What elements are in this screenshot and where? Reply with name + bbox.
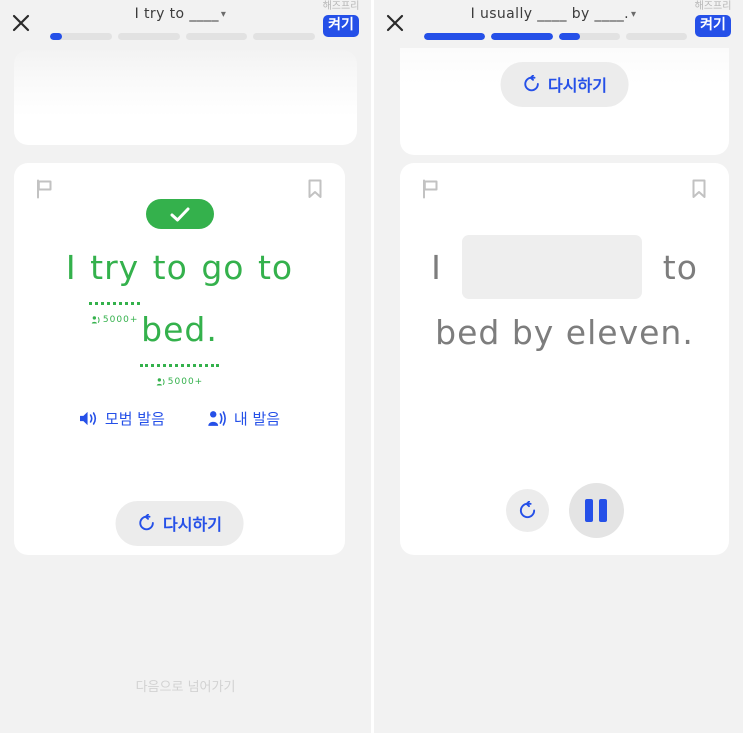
retry-label: 다시하기	[163, 515, 222, 534]
pause-icon	[585, 499, 607, 522]
skip-to-next-button[interactable]: 다음으로 넘어가기	[0, 676, 371, 695]
person-speaking-icon	[91, 316, 100, 324]
pronunciation-count-badge: 5000+	[91, 315, 138, 325]
card-icon-row	[400, 179, 729, 211]
handsfree-label: 해즈프리	[694, 1, 732, 12]
chevron-down-icon: ▾	[631, 9, 637, 20]
sentence-line: I try 5000+ to go to	[30, 237, 329, 325]
lesson-title-text: I try to ____	[134, 6, 219, 22]
badge-count-text: 5000+	[167, 377, 204, 387]
sentence-word-marked[interactable]: bed. 5000+	[140, 299, 219, 387]
progress-segment	[424, 33, 486, 40]
handsfree-toggle-button[interactable]: 켜기	[323, 15, 359, 37]
correct-status-button[interactable]	[145, 199, 214, 229]
exercise-card: I try 5000+ to go to bed. 5000+ 모범 발음 내 …	[14, 163, 345, 555]
handsfree-toggle-button[interactable]: 켜기	[695, 15, 731, 37]
model-pronunciation-label: 모범 발음	[104, 410, 165, 428]
pause-button[interactable]	[568, 483, 624, 538]
bookmark-button[interactable]	[691, 179, 707, 204]
handsfree-label: 해즈프리	[322, 1, 360, 12]
close-icon	[12, 14, 30, 32]
report-flag-button[interactable]	[36, 179, 53, 204]
player-controls	[400, 483, 729, 538]
progress-bar	[424, 33, 687, 40]
replay-button[interactable]	[505, 489, 549, 532]
report-flag-button[interactable]	[422, 179, 439, 204]
sentence-word[interactable]: I	[65, 237, 78, 299]
close-button[interactable]	[380, 8, 410, 38]
previous-card-faded	[14, 50, 357, 145]
left-top-bar: I try to ____ ▾ 해즈프리 켜기	[0, 0, 371, 48]
dual-screenshot-container: I try to ____ ▾ 해즈프리 켜기 I try 5000+ to g…	[0, 0, 743, 733]
sentence-line[interactable]: bed by eleven.	[416, 302, 713, 364]
sentence-word[interactable]: go	[200, 237, 245, 299]
sentence-word-text: try	[90, 248, 140, 287]
lesson-title[interactable]: I usually ____ by ____. ▾	[424, 6, 683, 22]
progress-segment	[117, 33, 180, 40]
handsfree-control: 해즈프리 켜기	[685, 0, 741, 37]
right-top-bar: I usually ____ by ____. ▾ 해즈프리 켜기	[374, 0, 743, 48]
right-screen: 다시하기 I usually ____ by ____. ▾ 해즈프리 켜기 I…	[374, 0, 743, 733]
check-icon	[170, 207, 189, 221]
my-pronunciation-label: 내 발음	[233, 410, 281, 428]
sentence-word[interactable]: to	[152, 237, 189, 299]
model-pronunciation-button[interactable]: 모범 발음	[79, 408, 165, 429]
sentence-blank-field[interactable]	[462, 234, 643, 299]
rotate-left-icon	[138, 514, 154, 531]
retry-button[interactable]: 다시하기	[115, 501, 244, 546]
progress-segment	[185, 33, 248, 40]
sentence-word-marked[interactable]: try 5000+	[89, 237, 141, 325]
sentence-line: bed. 5000+	[30, 299, 329, 387]
retry-label: 다시하기	[548, 76, 607, 95]
progress-segment	[625, 33, 687, 40]
bookmark-button[interactable]	[307, 179, 323, 204]
left-screen: I try to ____ ▾ 해즈프리 켜기 I try 5000+ to g…	[0, 0, 371, 733]
audio-actions-row: 모범 발음 내 발음	[14, 408, 345, 429]
lesson-title[interactable]: I try to ____ ▾	[50, 6, 311, 22]
card-icon-row	[14, 179, 345, 229]
progress-segment	[253, 33, 315, 40]
lesson-title-text: I usually ____ by ____.	[470, 6, 629, 22]
close-button[interactable]	[6, 8, 36, 38]
progress-segment	[558, 33, 620, 40]
rotate-left-icon	[523, 75, 539, 92]
my-pronunciation-button[interactable]: 내 발음	[207, 408, 280, 429]
rotate-left-icon	[519, 501, 535, 519]
badge-count-text: 5000+	[102, 315, 139, 325]
exercise-card: I to bed by eleven.	[400, 163, 729, 555]
retry-button-previous[interactable]: 다시하기	[500, 62, 629, 107]
bookmark-icon	[692, 179, 706, 198]
progress-bar	[50, 33, 315, 40]
chevron-down-icon: ▾	[220, 9, 227, 20]
speaker-icon	[79, 411, 97, 426]
flag-icon	[423, 179, 438, 199]
close-icon	[386, 14, 404, 32]
sentence-word[interactable]: I	[430, 237, 443, 299]
sentence-word-text: bed.	[141, 310, 218, 349]
person-speaking-icon	[208, 411, 226, 426]
progress-segment	[50, 33, 112, 40]
sentence-word[interactable]: to	[257, 237, 294, 299]
progress-segment	[491, 33, 553, 40]
handsfree-control: 해즈프리 켜기	[313, 0, 369, 37]
sentence-display: I to bed by eleven.	[416, 234, 713, 364]
person-speaking-icon	[156, 378, 165, 386]
sentence-word[interactable]: to	[662, 237, 699, 299]
bookmark-icon	[308, 179, 322, 198]
sentence-line: I to	[416, 234, 713, 302]
sentence-display: I try 5000+ to go to bed. 5000+	[30, 237, 329, 387]
pronunciation-count-badge: 5000+	[156, 377, 203, 387]
flag-icon	[37, 179, 52, 199]
